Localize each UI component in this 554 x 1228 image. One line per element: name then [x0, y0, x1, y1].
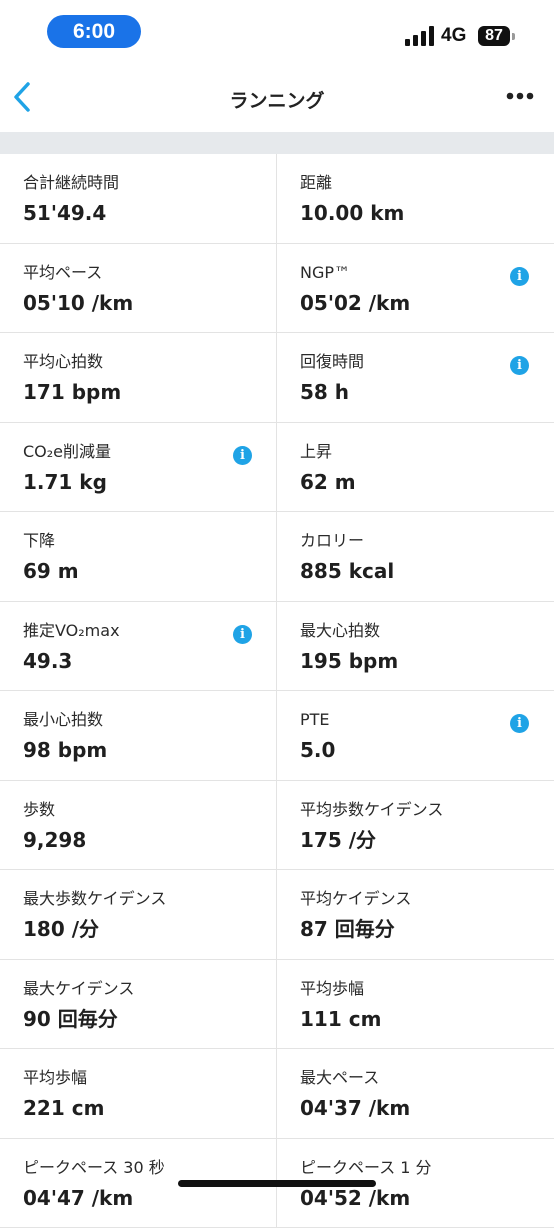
stat-label: 距離	[300, 173, 554, 193]
status-time: 6:00	[47, 15, 141, 48]
stat-label: 平均ケイデンス	[300, 889, 554, 909]
more-horizontal-icon[interactable]	[506, 92, 534, 100]
info-icon[interactable]: i	[233, 446, 252, 465]
stat-value: 51'49.4	[23, 201, 276, 225]
stat-cell: 最大ケイデンス 90 回毎分	[0, 960, 277, 1050]
stat-value: 05'02 /km	[300, 291, 554, 315]
info-icon[interactable]: i	[510, 714, 529, 733]
stat-cell: 平均歩幅 111 cm	[277, 960, 554, 1050]
stat-cell: PTE5.0i	[277, 691, 554, 781]
stat-value: 9,298	[23, 828, 276, 852]
stat-value: 5.0	[300, 738, 554, 762]
stat-value: 58 h	[300, 380, 554, 404]
stat-label: 平均心拍数	[23, 352, 276, 372]
stat-cell: 最大心拍数 195 bpm	[277, 602, 554, 692]
stat-label: ピークペース 1 分	[300, 1158, 554, 1178]
stat-value: 10.00 km	[300, 201, 554, 225]
stat-cell: 平均心拍数 171 bpm	[0, 333, 277, 423]
battery-icon: 87	[478, 26, 510, 46]
stat-label: カロリー	[300, 531, 554, 551]
stat-cell: 合計継続時間 51'49.4	[0, 154, 277, 244]
stat-cell: 最小心拍数 98 bpm	[0, 691, 277, 781]
stat-cell: 最大ペース 04'37 /km	[277, 1049, 554, 1139]
stat-label: 合計継続時間	[23, 173, 276, 193]
navigation-bar: ランニング	[0, 62, 554, 132]
stat-label: 平均歩幅	[300, 979, 554, 999]
stat-label: 最小心拍数	[23, 710, 276, 730]
stat-cell: 歩数 9,298	[0, 781, 277, 871]
stat-value: 1.71 kg	[23, 470, 276, 494]
stat-value: 62 m	[300, 470, 554, 494]
network-type: 4G	[441, 25, 466, 47]
stat-label: 下降	[23, 531, 276, 551]
stat-cell: 平均ペース 05'10 /km	[0, 244, 277, 334]
stat-label: 歩数	[23, 800, 276, 820]
stat-label: ピークペース 30 秒	[23, 1158, 276, 1178]
stat-label: 平均歩数ケイデンス	[300, 800, 554, 820]
info-icon[interactable]: i	[510, 356, 529, 375]
stat-value: 180 /分	[23, 917, 276, 941]
stat-cell: 下降 69 m	[0, 512, 277, 602]
stat-value: 05'10 /km	[23, 291, 276, 315]
stat-cell: カロリー 885 kcal	[277, 512, 554, 602]
stat-value: 69 m	[23, 559, 276, 583]
stat-cell: NGP™05'02 /kmi	[277, 244, 554, 334]
stats-grid: 合計継続時間51'49.4距離10.00 km平均ペース05'10 /kmNGP…	[0, 154, 554, 1228]
cellular-signal-icon	[405, 26, 435, 46]
stat-label: 平均ペース	[23, 263, 276, 283]
stat-value: 49.3	[23, 649, 276, 673]
stat-value: 885 kcal	[300, 559, 554, 583]
stat-cell: 平均ケイデンス 87 回毎分	[277, 870, 554, 960]
stat-cell: CO₂e削減量1.71 kgi	[0, 423, 277, 513]
stat-value: 04'47 /km	[23, 1186, 276, 1210]
stat-cell: 平均歩数ケイデンス 175 /分	[277, 781, 554, 871]
stat-value: 171 bpm	[23, 380, 276, 404]
stat-value: 04'37 /km	[300, 1096, 554, 1120]
stat-value: 87 回毎分	[300, 917, 554, 941]
stat-cell: 推定VO₂max49.3i	[0, 602, 277, 692]
stat-value: 111 cm	[300, 1007, 554, 1031]
stat-value: 98 bpm	[23, 738, 276, 762]
info-icon[interactable]: i	[233, 625, 252, 644]
stat-cell: 平均歩幅 221 cm	[0, 1049, 277, 1139]
stat-label: 最大歩数ケイデンス	[23, 889, 276, 909]
info-icon[interactable]: i	[510, 267, 529, 286]
battery-cap	[512, 33, 515, 40]
home-indicator[interactable]	[178, 1180, 376, 1187]
page-title: ランニング	[0, 86, 554, 113]
stat-value: 195 bpm	[300, 649, 554, 673]
stat-cell: 距離 10.00 km	[277, 154, 554, 244]
section-divider	[0, 132, 554, 154]
stat-label: 最大ペース	[300, 1068, 554, 1088]
stat-label: 平均歩幅	[23, 1068, 276, 1088]
stat-cell: 上昇 62 m	[277, 423, 554, 513]
stat-value: 04'52 /km	[300, 1186, 554, 1210]
stat-label: 最大心拍数	[300, 621, 554, 641]
status-bar: 6:00 4G 87	[0, 0, 554, 62]
stat-label: 上昇	[300, 442, 554, 462]
stat-value: 221 cm	[23, 1096, 276, 1120]
stat-cell: 回復時間58 hi	[277, 333, 554, 423]
stat-cell: 最大歩数ケイデンス 180 /分	[0, 870, 277, 960]
stat-value: 90 回毎分	[23, 1007, 276, 1031]
stat-value: 175 /分	[300, 828, 554, 852]
stat-label: 最大ケイデンス	[23, 979, 276, 999]
